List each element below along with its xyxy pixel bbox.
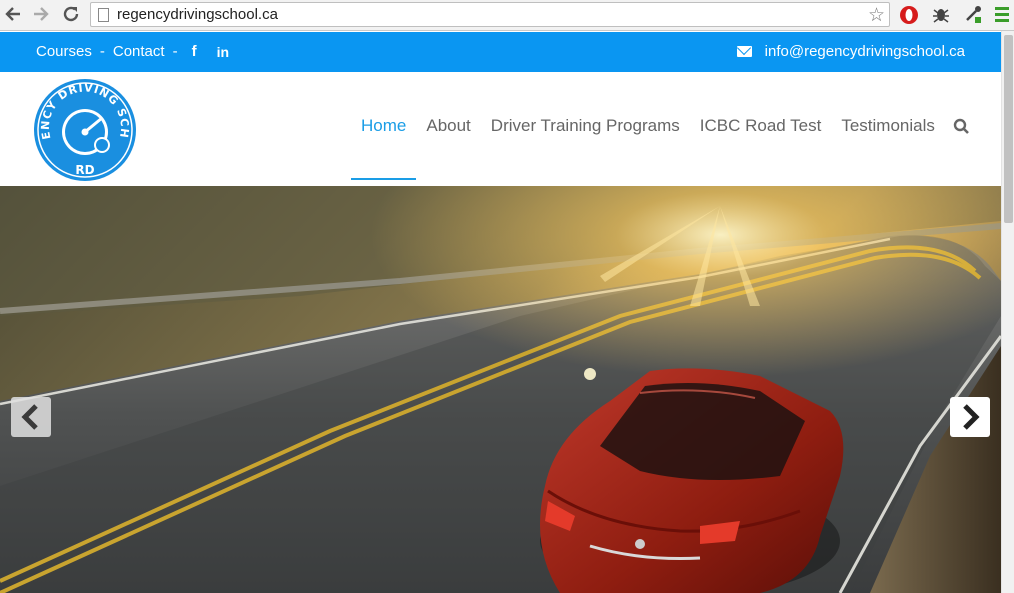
top-links: Courses - Contact - f in bbox=[36, 43, 229, 60]
eyedropper-icon[interactable] bbox=[962, 4, 984, 26]
slider-next-button[interactable] bbox=[950, 397, 990, 437]
hero-image bbox=[0, 186, 1001, 593]
top-contact-bar: Courses - Contact - f in info@regencydri… bbox=[0, 32, 1001, 72]
reload-icon bbox=[63, 6, 79, 22]
reload-button[interactable] bbox=[60, 4, 82, 26]
site-logo[interactable]: REGENCY DRIVING SCHOOL RD bbox=[27, 68, 138, 182]
envelope-icon bbox=[736, 46, 752, 57]
scrollbar-thumb[interactable] bbox=[1004, 35, 1013, 223]
forward-button[interactable] bbox=[30, 4, 52, 26]
chevron-left-icon bbox=[21, 404, 38, 430]
linkedin-icon[interactable]: in bbox=[217, 44, 229, 60]
bug-icon[interactable] bbox=[930, 4, 952, 26]
url-text[interactable]: regencydrivingschool.ca bbox=[117, 6, 278, 23]
nav-item-home[interactable]: Home bbox=[351, 116, 416, 136]
nav-item-icbc-road-test[interactable]: ICBC Road Test bbox=[690, 116, 832, 136]
slider-prev-button[interactable] bbox=[11, 397, 51, 437]
link-separator: - bbox=[172, 43, 178, 60]
address-bar[interactable]: regencydrivingschool.ca ☆ bbox=[90, 2, 890, 27]
page-icon bbox=[98, 8, 109, 22]
email-contact: info@regencydrivingschool.ca bbox=[736, 43, 965, 60]
arrow-left-icon bbox=[5, 7, 20, 21]
opera-icon[interactable] bbox=[898, 4, 920, 26]
chevron-right-icon bbox=[963, 404, 980, 430]
logo-initials: RD bbox=[75, 163, 94, 177]
active-nav-underline bbox=[351, 178, 416, 180]
nav-item-about[interactable]: About bbox=[416, 116, 480, 136]
contact-link[interactable]: Contact bbox=[113, 43, 165, 60]
browser-toolbar: regencydrivingschool.ca ☆ bbox=[0, 0, 1014, 31]
hero-slider bbox=[0, 186, 1001, 593]
back-button[interactable] bbox=[2, 4, 24, 26]
page-scrollbar[interactable] bbox=[1001, 31, 1014, 593]
courses-link[interactable]: Courses bbox=[36, 43, 92, 60]
arrow-right-icon bbox=[34, 7, 49, 21]
link-separator: - bbox=[99, 43, 105, 60]
star-icon[interactable]: ☆ bbox=[868, 4, 885, 27]
site-header: REGENCY DRIVING SCHOOL RD Home About Dri… bbox=[0, 68, 1001, 186]
nav-item-testimonials[interactable]: Testimonials bbox=[831, 116, 945, 136]
search-icon[interactable] bbox=[953, 118, 970, 135]
nav-item-driver-training-programs[interactable]: Driver Training Programs bbox=[481, 116, 690, 136]
email-link[interactable]: info@regencydrivingschool.ca bbox=[765, 43, 965, 60]
browser-menu-icon[interactable] bbox=[994, 4, 1010, 26]
main-nav: Home About Driver Training Programs ICBC… bbox=[351, 116, 970, 180]
facebook-icon[interactable]: f bbox=[192, 43, 197, 60]
